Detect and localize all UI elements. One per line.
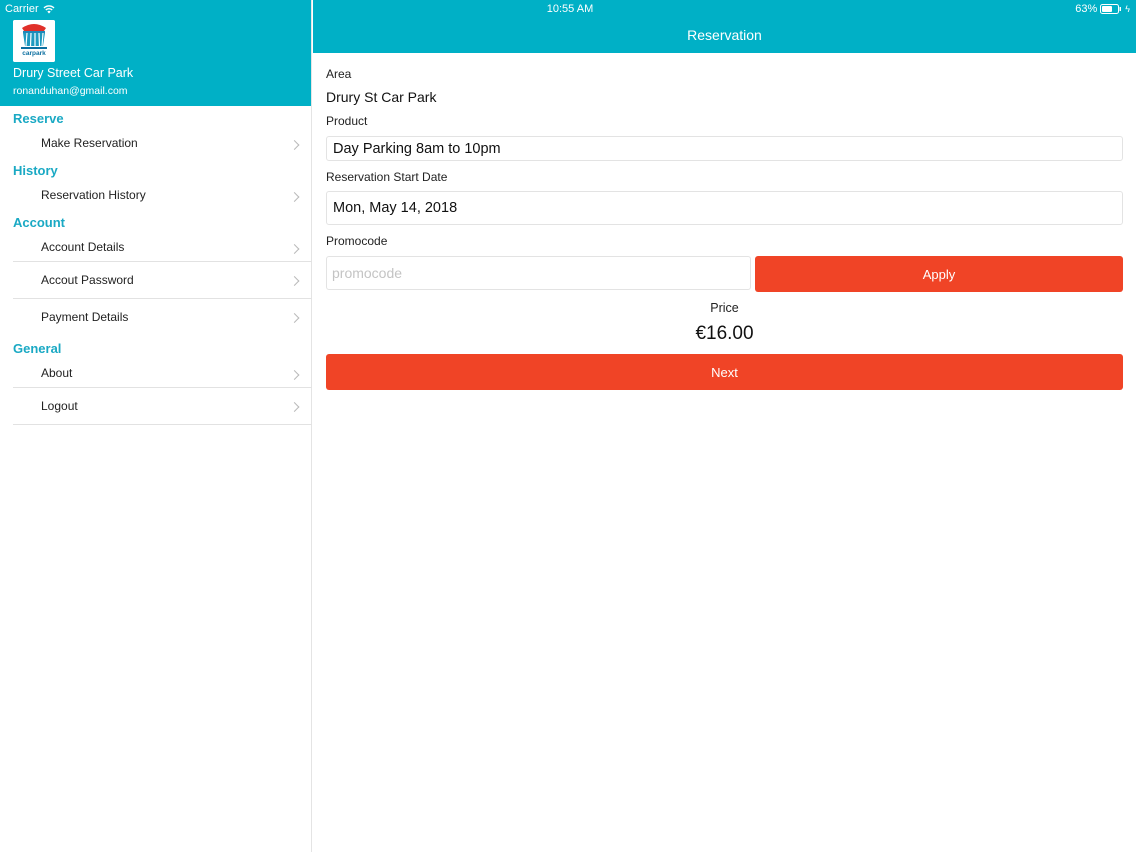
sidebar-item-label: Reservation History (41, 188, 146, 202)
sidebar-item-account-password[interactable]: Accout Password (0, 262, 312, 299)
chevron-right-icon (289, 370, 300, 380)
sidebar-item-label: Accout Password (41, 273, 134, 287)
sidebar-item-label: Make Reservation (41, 136, 138, 150)
start-date-picker[interactable]: Mon, May 14, 2018 (326, 191, 1123, 225)
promocode-label: Promocode (326, 234, 388, 248)
product-select[interactable]: Day Parking 8am to 10pm (326, 136, 1123, 161)
carpark-logo: carpark (13, 20, 55, 62)
sidebar-item-reservation-history[interactable]: Reservation History (0, 184, 312, 210)
apply-button[interactable]: Apply (755, 256, 1123, 292)
section-title-history: History (13, 163, 58, 178)
user-email: ronanduhan@gmail.com (13, 85, 128, 97)
page-title: Reservation (687, 27, 762, 43)
sidebar-header: Carrier carpark Drury Street Car Park ro… (0, 0, 311, 106)
chevron-right-icon (289, 401, 300, 412)
sidebar-item-about[interactable]: About (0, 362, 312, 388)
product-value: Day Parking 8am to 10pm (333, 140, 501, 157)
sidebar-menu: Reserve Make Reservation History Reserva… (0, 106, 312, 425)
sidebar-item-make-reservation[interactable]: Make Reservation (0, 132, 312, 158)
sidebar-item-label: Payment Details (41, 310, 129, 324)
chevron-right-icon (289, 192, 300, 202)
chevron-right-icon (289, 244, 300, 254)
chevron-right-icon (289, 312, 300, 323)
area-value: Drury St Car Park (326, 89, 437, 105)
promocode-input[interactable] (326, 256, 751, 290)
main-panel: 10:55 AM 63% ϟ Reservation Area Drury St… (313, 0, 1136, 852)
sidebar-item-label: About (41, 366, 73, 380)
price-label: Price (710, 301, 739, 315)
section-title-account: Account (13, 215, 65, 230)
carrier-label: Carrier (5, 3, 39, 15)
sidebar-item-logout[interactable]: Logout (0, 388, 312, 425)
sidebar-item-payment-details[interactable]: Payment Details (0, 299, 312, 336)
sidebar-item-label: Logout (41, 399, 78, 413)
start-date-label: Reservation Start Date (326, 170, 448, 184)
sidebar: Carrier carpark Drury Street Car Park ro… (0, 0, 312, 852)
battery-percent: 63% (1075, 3, 1098, 15)
next-button[interactable]: Next (326, 354, 1123, 390)
section-title-general: General (13, 341, 62, 356)
sidebar-item-account-details[interactable]: Account Details (0, 236, 312, 262)
price-value: €16.00 (695, 323, 754, 344)
svg-text:carpark: carpark (22, 50, 46, 57)
sidebar-item-label: Account Details (41, 240, 125, 254)
nav-bar: 10:55 AM 63% ϟ Reservation (313, 0, 1136, 53)
section-title-reserve: Reserve (13, 111, 64, 126)
chevron-right-icon (289, 275, 300, 286)
status-carrier: Carrier (5, 3, 55, 15)
divider (13, 424, 312, 425)
wifi-icon (43, 5, 55, 14)
status-battery: 63% ϟ (1075, 3, 1130, 15)
product-label: Product (326, 114, 368, 128)
battery-icon (1100, 4, 1122, 14)
chevron-right-icon (289, 140, 300, 150)
status-time: 10:55 AM (546, 3, 594, 15)
user-name: Drury Street Car Park (13, 66, 134, 80)
start-date-value: Mon, May 14, 2018 (333, 200, 458, 216)
area-label: Area (326, 67, 352, 81)
charging-icon: ϟ (1125, 4, 1130, 14)
